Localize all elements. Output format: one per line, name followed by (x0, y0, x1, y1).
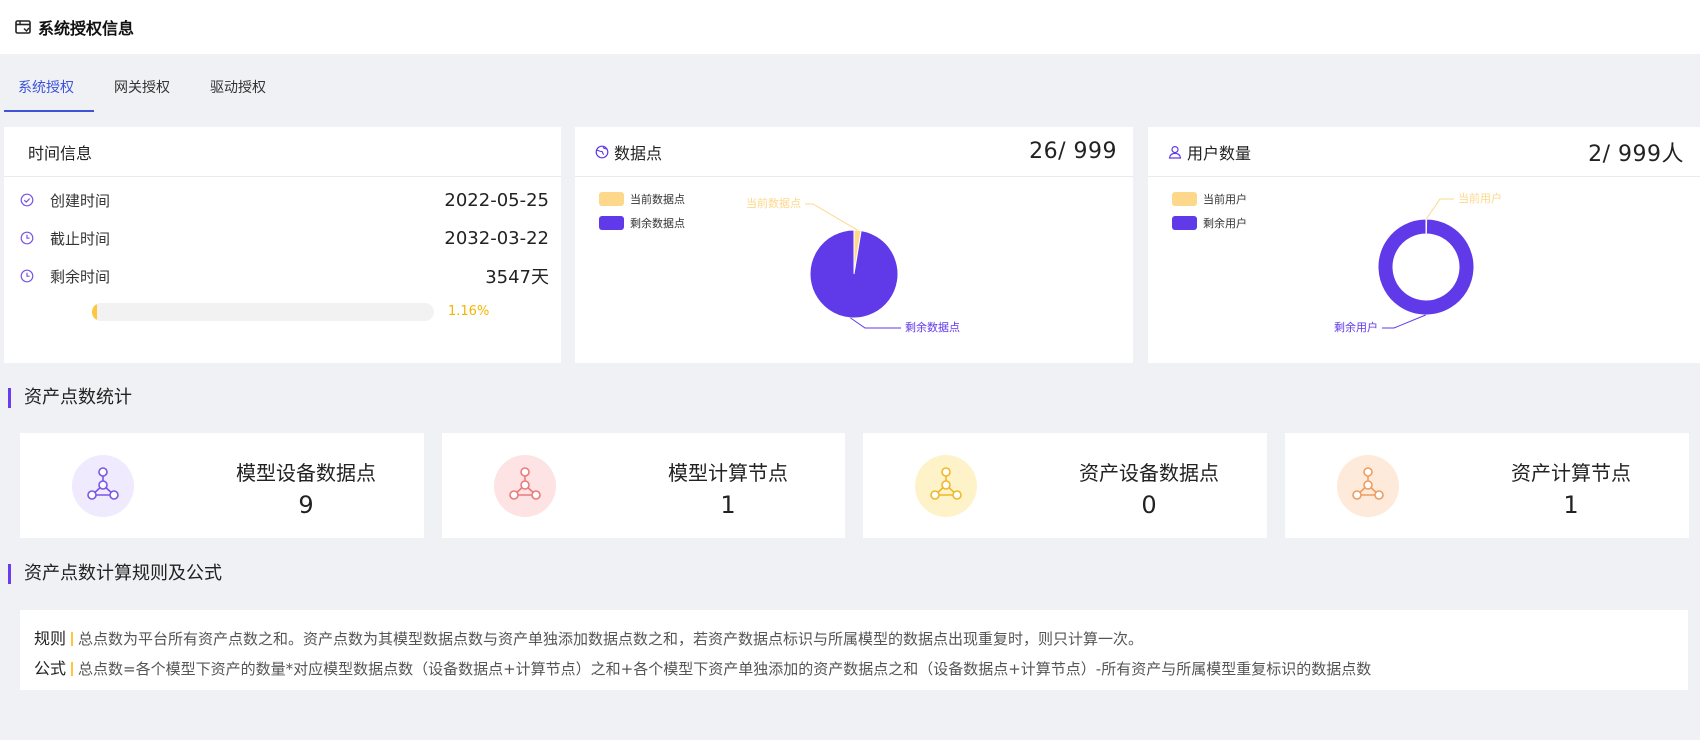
user-count-title: 用户数量 (1187, 143, 1252, 163)
stat-icon-circle (1337, 455, 1399, 517)
datapoint-pie-chart: 当前数据点剩余数据点 (746, 196, 960, 334)
tab-driver-license[interactable]: 驱动授权 (190, 70, 286, 112)
pie-leader-line (1382, 314, 1426, 329)
deadline-time-label: 截止时间 (50, 229, 111, 248)
formula-text: 总点数=各个模型下资产的数量*对应模型数据点数（设备数据点+计算节点）之和+各个… (78, 660, 1372, 678)
pie-slice[interactable] (809, 229, 899, 319)
stat-card-model-device: 模型设备数据点 9 (20, 433, 424, 538)
clock-icon (20, 231, 34, 245)
stat-icon-circle (72, 455, 134, 517)
asset-section-title: 资产点数统计 (8, 388, 132, 408)
pie-label: 剩余用户 (1334, 320, 1378, 334)
tab-bar: 系统授权 网关授权 驱动授权 (0, 70, 286, 112)
pie-label: 剩余数据点 (905, 320, 960, 334)
user-count-header: 用户数量 2/ 999人 (1148, 127, 1700, 177)
created-time-label: 创建时间 (50, 191, 111, 210)
pie-leader-line (805, 203, 858, 231)
stat-label: 资产计算节点 (1511, 461, 1631, 485)
user-count-value: 2/ 999人 (1588, 141, 1684, 167)
stat-card-asset-device: 资产设备数据点 0 (863, 433, 1267, 538)
datapoint-title: 数据点 (614, 143, 663, 163)
time-info-title: 时间信息 (28, 143, 93, 163)
datapoint-count: 26/ 999 (1029, 139, 1117, 164)
user-count-card: 用户数量 2/ 999人 当前用户 剩余用户 当前用户剩余用户 (1148, 127, 1700, 363)
user-icon (1168, 145, 1182, 159)
stat-icon-circle (494, 455, 556, 517)
stat-label: 模型计算节点 (668, 461, 788, 485)
stat-value: 0 (1141, 491, 1157, 519)
network-nodes-icon (506, 465, 544, 507)
datapoint-card: 数据点 26/ 999 当前数据点 剩余数据点 当前数据点剩余数据点 (575, 127, 1133, 363)
pie-slice[interactable] (1377, 218, 1475, 316)
rules-panel: 规则 总点数为平台所有资产点数之和。资产点数为其模型数据点数与资产单独添加数据点数… (20, 610, 1688, 690)
check-circle-icon (20, 193, 34, 207)
created-time-value: 2022-05-25 (444, 189, 549, 211)
window-icon (14, 18, 32, 36)
page-header: 系统授权信息 (0, 0, 1700, 54)
stat-value: 9 (298, 491, 314, 519)
remaining-progress-fill (92, 303, 98, 321)
clock-icon (20, 269, 34, 283)
remaining-time-row: 剩余时间 3547天 (20, 264, 549, 288)
pie-label: 当前数据点 (746, 196, 801, 210)
tab-system-license[interactable]: 系统授权 (0, 70, 94, 112)
stat-value: 1 (1563, 491, 1579, 519)
time-info-card: 时间信息 创建时间 2022-05-25 截止时间 2032-03-22 剩余时… (4, 127, 561, 363)
pie-label: 当前用户 (1458, 191, 1502, 205)
deadline-time-value: 2032-03-22 (444, 227, 549, 249)
remaining-progress-text: 1.16% (448, 304, 490, 319)
stat-icon-circle (915, 455, 977, 517)
rule-tag: 规则 (34, 629, 67, 648)
remaining-progress-track (92, 303, 434, 321)
datapoint-header: 数据点 26/ 999 (575, 127, 1133, 177)
rules-section-title: 资产点数计算规则及公式 (8, 564, 222, 584)
pie-leader-line (850, 317, 901, 329)
stat-label: 模型设备数据点 (236, 461, 376, 485)
page-title: 系统授权信息 (38, 19, 135, 38)
globe-icon (595, 145, 609, 159)
network-nodes-icon (927, 465, 965, 507)
created-time-row: 创建时间 2022-05-25 (20, 188, 549, 212)
formula-tag: 公式 (34, 659, 67, 678)
remaining-time-value: 3547天 (485, 267, 549, 288)
deadline-time-row: 截止时间 2032-03-22 (20, 226, 549, 250)
stat-value: 1 (720, 491, 736, 519)
user-donut-chart: 当前用户剩余用户 (1334, 191, 1502, 334)
stat-card-asset-compute: 资产计算节点 1 (1285, 433, 1689, 538)
stat-card-model-compute: 模型计算节点 1 (442, 433, 845, 538)
stat-label: 资产设备数据点 (1079, 461, 1219, 485)
rule-text: 总点数为平台所有资产点数之和。资产点数为其模型数据点数与资产单独添加数据点数之和… (78, 630, 1144, 648)
network-nodes-icon (1349, 465, 1387, 507)
tab-gateway-license[interactable]: 网关授权 (94, 70, 190, 112)
formula-line: 公式 总点数=各个模型下资产的数量*对应模型数据点数（设备数据点+计算节点）之和+… (34, 654, 1674, 684)
remaining-time-label: 剩余时间 (50, 267, 111, 286)
time-info-header: 时间信息 (4, 127, 561, 177)
pie-leader-line (1425, 198, 1454, 220)
rule-line: 规则 总点数为平台所有资产点数之和。资产点数为其模型数据点数与资产单独添加数据点数… (34, 624, 1674, 654)
network-nodes-icon (84, 465, 122, 507)
